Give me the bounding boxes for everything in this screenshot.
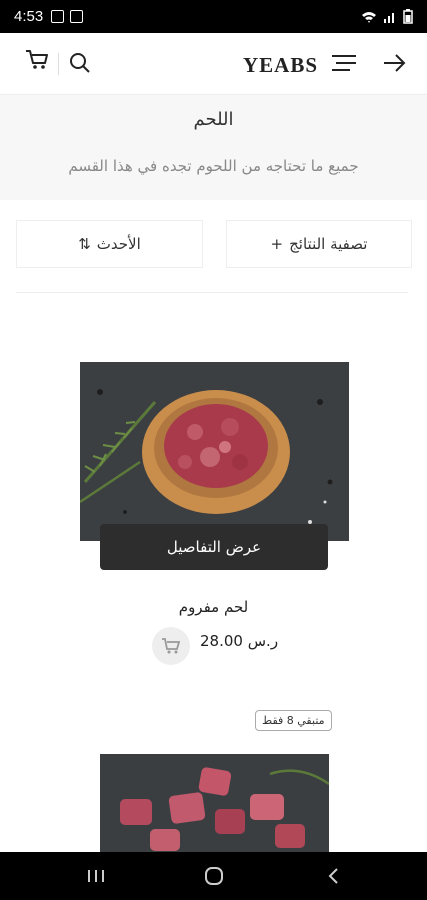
status-icons <box>361 9 413 24</box>
view-details-button[interactable]: عرض التفاصيل <box>100 524 328 570</box>
recent-apps-icon[interactable] <box>84 864 108 888</box>
price-currency: ر.س <box>247 632 279 650</box>
battery-icon <box>403 9 413 24</box>
sort-button[interactable]: ⇅ الأحدث <box>16 220 203 268</box>
signal-icon <box>384 12 394 23</box>
category-title: اللحم <box>193 109 234 130</box>
status-time: 4:53 <box>14 8 44 25</box>
back-icon[interactable] <box>322 864 346 888</box>
price-value: 28.00 <box>200 632 243 650</box>
gallery-notification-icon <box>51 10 65 23</box>
brand-logo[interactable]: YEABS <box>243 53 318 78</box>
filter-label: تصفية النتائج <box>289 235 368 253</box>
plus-icon: + <box>270 235 284 253</box>
menu-icon[interactable] <box>330 51 358 75</box>
status-bar: 4:53 <box>0 0 427 33</box>
product-price: 28.00 ر.س <box>200 632 278 650</box>
cart-icon[interactable] <box>24 47 50 73</box>
cart-add-icon <box>162 638 181 654</box>
wifi-icon <box>362 11 376 23</box>
home-icon[interactable] <box>202 864 226 888</box>
category-header: اللحم جميع ما تحتاجه من اللحوم تجده في ه… <box>0 95 427 200</box>
product-name[interactable]: لحم مفروم <box>0 598 427 616</box>
header-divider <box>58 53 59 75</box>
app-header: YEABS <box>0 33 427 95</box>
sort-icon: ⇅ <box>78 235 91 253</box>
filter-button[interactable]: + تصفية النتائج <box>226 220 412 268</box>
stock-badge: متبقي 8 فقط <box>255 710 332 731</box>
system-nav-bar <box>0 852 427 900</box>
minced-meat-photo <box>80 362 349 541</box>
product-image[interactable] <box>100 754 329 852</box>
product-image[interactable] <box>80 362 349 541</box>
search-icon[interactable] <box>68 51 92 75</box>
arrow-right-icon[interactable] <box>380 49 408 77</box>
add-to-cart-button[interactable] <box>152 627 190 665</box>
product-card[interactable] <box>80 362 349 541</box>
sort-label: الأحدث <box>96 235 141 253</box>
section-divider <box>16 292 408 293</box>
filter-bar: ⇅ الأحدث + تصفية النتائج <box>16 220 412 268</box>
app-notification-icon <box>70 10 84 23</box>
category-subtitle: جميع ما تحتاجه من اللحوم تجده في هذا الق… <box>68 157 359 175</box>
meat-cubes-photo <box>100 754 329 852</box>
